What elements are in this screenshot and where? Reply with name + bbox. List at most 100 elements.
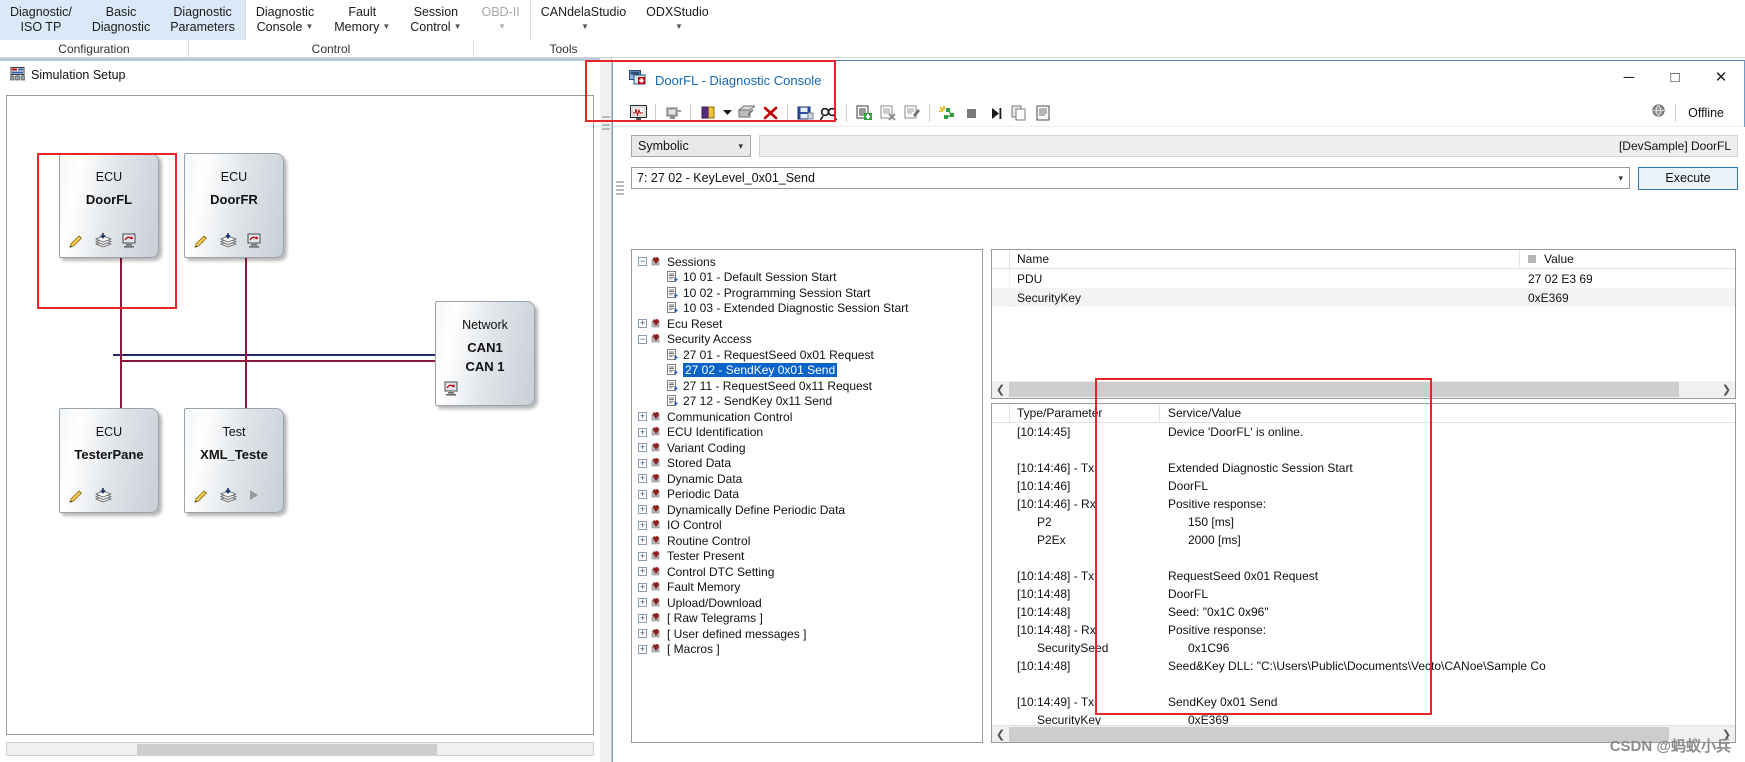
tree-item[interactable]: − Security Access (632, 332, 982, 348)
tree-item[interactable]: 27 11 - RequestSeed 0x11 Request (632, 378, 982, 394)
pencil-icon[interactable] (193, 488, 211, 506)
layers-icon[interactable] (219, 233, 238, 251)
minimize-icon[interactable]: ─ (1606, 61, 1652, 93)
tree-item[interactable]: + Communication Control (632, 409, 982, 425)
trace-log-row[interactable]: [10:14:46] DoorFL (992, 477, 1735, 495)
tree-item[interactable]: + Tester Present (632, 549, 982, 565)
expand-icon[interactable]: + (638, 520, 647, 530)
chevron-down-icon[interactable]: ▼ (581, 22, 589, 31)
pencil-icon[interactable] (68, 233, 86, 251)
scroll-right-icon[interactable]: ❯ (1718, 381, 1735, 398)
tree-item[interactable]: − Sessions (632, 254, 982, 270)
copy-icon[interactable] (1008, 102, 1030, 124)
tree-item[interactable]: + Variant Coding (632, 440, 982, 456)
column-header-service[interactable]: Service/Value (1160, 404, 1735, 422)
tree-item[interactable]: 10 02 - Programming Session Start (632, 285, 982, 301)
expand-icon[interactable]: + (638, 613, 647, 623)
layers-icon[interactable] (94, 233, 113, 251)
trace-log-table[interactable]: Type/Parameter Service/Value [10:14:45] D… (991, 403, 1736, 743)
expand-icon[interactable]: + (638, 412, 647, 422)
tree-item[interactable]: + IO Control (632, 518, 982, 534)
collapse-icon[interactable]: − (638, 334, 647, 344)
network-node-icon[interactable] (247, 233, 265, 251)
chevron-down-icon[interactable]: ▼ (675, 22, 683, 31)
expand-icon[interactable]: + (638, 629, 647, 639)
ribbon-item-diagnostic[interactable]: Diagnostic Console ▼ (246, 0, 324, 40)
expand-icon[interactable]: + (638, 551, 647, 561)
tree-item[interactable]: + [ Raw Telegrams ] (632, 611, 982, 627)
left-pane-hscrollbar[interactable] (6, 742, 594, 756)
chevron-down-icon[interactable]: ▼ (382, 22, 390, 31)
maximize-icon[interactable]: □ (1652, 61, 1698, 93)
close-icon[interactable]: ✕ (1698, 61, 1744, 93)
stop-icon[interactable] (960, 102, 982, 124)
report-icon[interactable] (1032, 102, 1054, 124)
execute-button[interactable]: Execute (1638, 166, 1738, 190)
scroll-thumb[interactable] (1009, 726, 1669, 742)
layers-icon[interactable] (219, 488, 238, 506)
trace-log-row[interactable] (992, 441, 1735, 459)
chevron-down-icon[interactable] (721, 102, 733, 124)
tree-item[interactable]: + [ Macros ] (632, 642, 982, 658)
expand-icon[interactable]: + (638, 427, 647, 437)
delete-icon[interactable] (759, 102, 781, 124)
parameter-row[interactable]: PDU 27 02 E3 69 (992, 269, 1735, 288)
expand-icon[interactable]: + (638, 598, 647, 608)
expand-icon[interactable]: + (638, 582, 647, 592)
step-icon[interactable] (984, 102, 1006, 124)
simulation-canvas[interactable]: ECU DoorFL ECU DoorFR Network CAN1 CAN 1 ECU Tes… (6, 95, 594, 735)
new-document-icon[interactable] (853, 102, 875, 124)
expand-icon[interactable]: + (638, 536, 647, 546)
tree-item[interactable]: + Upload/Download (632, 595, 982, 611)
column-header-value[interactable]: Value (1520, 250, 1735, 268)
trace-log-row[interactable]: P2 150 [ms] (992, 513, 1735, 531)
tree-item[interactable]: 27 12 - SendKey 0x11 Send (632, 394, 982, 410)
column-header-type[interactable]: Type/Parameter (1010, 404, 1160, 422)
network-node-icon[interactable] (444, 381, 462, 399)
left-pane-scroll-thumb[interactable] (137, 744, 437, 755)
send-device-icon[interactable] (662, 102, 684, 124)
play-icon[interactable] (247, 488, 265, 506)
trace-log-row[interactable] (992, 549, 1735, 567)
scroll-left-icon[interactable]: ❮ (992, 726, 1009, 743)
pencil-icon[interactable] (193, 233, 211, 251)
tree-item[interactable]: + Dynamic Data (632, 471, 982, 487)
pane-splitter[interactable] (600, 58, 612, 762)
trace-log-row[interactable] (992, 675, 1735, 693)
column-header-name[interactable]: Name (1010, 250, 1520, 268)
pencil-icon[interactable] (68, 488, 86, 506)
scroll-thumb[interactable] (1009, 382, 1679, 397)
tree-item[interactable]: + Periodic Data (632, 487, 982, 503)
sim-node-xml-teste[interactable]: Test XML_Teste (184, 408, 284, 513)
tree-item[interactable]: + Routine Control (632, 533, 982, 549)
scroll-left-icon[interactable]: ❮ (992, 381, 1009, 398)
service-tree[interactable]: − Sessions 10 01 - Default Session Start 10… (631, 249, 983, 743)
tree-item[interactable]: 27 02 - SendKey 0x01 Send (632, 363, 982, 379)
tree-item[interactable]: + ECU Identification (632, 425, 982, 441)
trace-log-row[interactable]: [10:14:48] DoorFL (992, 585, 1735, 603)
open-database-icon[interactable] (697, 102, 719, 124)
trace-log-row[interactable]: [10:14:48] Seed: "0x1C 0x96" (992, 603, 1735, 621)
symbolic-mode-select[interactable]: Symbolic ▾ (631, 135, 751, 157)
sim-node-can1[interactable]: Network CAN1 CAN 1 (435, 301, 535, 406)
tree-item[interactable]: + Control DTC Setting (632, 564, 982, 580)
tree-item[interactable]: + Stored Data (632, 456, 982, 472)
show-console-icon[interactable] (627, 102, 649, 124)
tree-item[interactable]: 10 03 - Extended Diagnostic Session Star… (632, 301, 982, 317)
chevron-down-icon[interactable]: ▼ (498, 22, 506, 31)
layers-icon[interactable] (94, 488, 113, 506)
sim-node-doorfl[interactable]: ECU DoorFL (59, 153, 159, 258)
trace-log-row[interactable]: [10:14:46] - Tx Extended Diagnostic Sessi… (992, 459, 1735, 477)
expand-icon[interactable]: + (638, 505, 647, 515)
parameter-table-hscrollbar[interactable]: ❮ ❯ (992, 381, 1735, 398)
tree-item[interactable]: 10 01 - Default Session Start (632, 270, 982, 286)
save-icon[interactable] (794, 102, 816, 124)
tree-item[interactable]: 27 01 - RequestSeed 0x01 Request (632, 347, 982, 363)
expand-icon[interactable]: + (638, 458, 647, 468)
find-icon[interactable] (818, 102, 840, 124)
ribbon-item-candelastudio[interactable]: CANdelaStudio ▼ (531, 0, 636, 40)
expand-icon[interactable]: + (638, 319, 647, 329)
tree-item[interactable]: + [ User defined messages ] (632, 626, 982, 642)
ribbon-item-diagnostic[interactable]: Diagnostic/ISO TP (0, 0, 82, 40)
sim-node-doorfr[interactable]: ECU DoorFR (184, 153, 284, 258)
